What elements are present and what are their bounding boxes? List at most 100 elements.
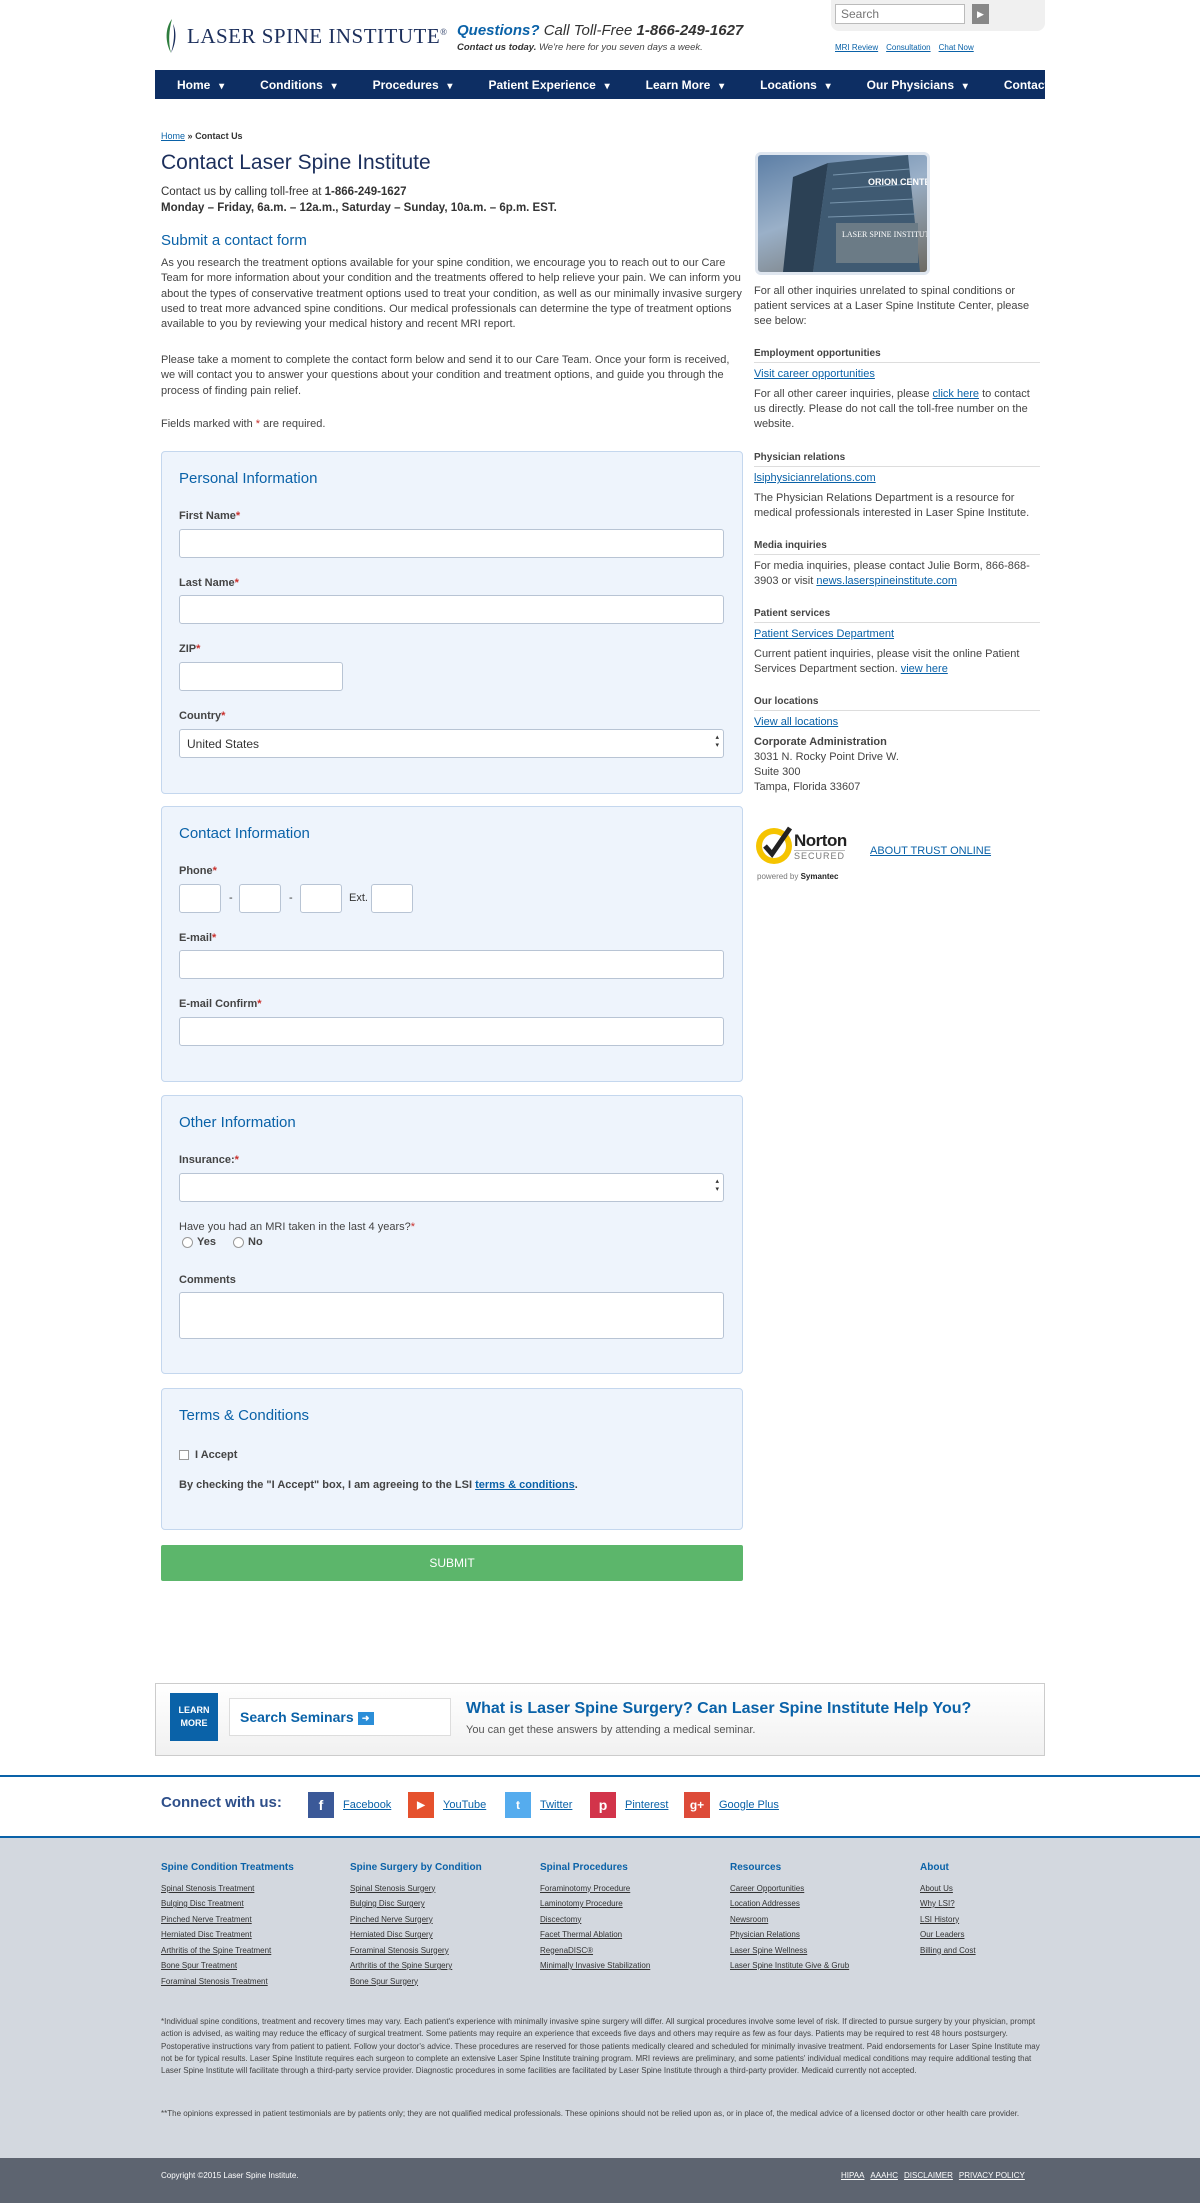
- news-site-link[interactable]: news.laserspineinstitute.com: [816, 575, 957, 587]
- mri-yes-radio[interactable]: [182, 1236, 193, 1248]
- connect-label: Connect with us:: [161, 1794, 282, 1811]
- footer-link[interactable]: Minimally Invasive Stabilization: [540, 1958, 650, 1974]
- nav-home[interactable]: Home: [177, 78, 224, 92]
- footer-link[interactable]: Bone Spur Treatment: [161, 1958, 294, 1974]
- view-here-link[interactable]: view here: [901, 663, 948, 675]
- nav-locations[interactable]: Locations: [760, 78, 830, 92]
- last-name-field[interactable]: [179, 595, 724, 624]
- pinterest-item[interactable]: p Pinterest: [590, 1792, 668, 1818]
- chat-now-link[interactable]: Chat Now: [939, 43, 974, 52]
- search-submit-button[interactable]: ▶: [972, 4, 989, 24]
- submit-button[interactable]: SUBMIT: [161, 1545, 743, 1581]
- footer-link[interactable]: Discectomy: [540, 1912, 650, 1928]
- phone-prefix-field[interactable]: [239, 884, 281, 913]
- quick-links: MRI Review Consultation Chat Now: [835, 43, 974, 52]
- footer-link[interactable]: Our Leaders: [920, 1927, 976, 1943]
- mri-review-link[interactable]: MRI Review: [835, 43, 878, 52]
- country-select[interactable]: United States: [179, 729, 724, 758]
- footer-link[interactable]: Herniated Disc Surgery: [350, 1927, 482, 1943]
- physician-relations-link[interactable]: lsiphysicianrelations.com: [754, 472, 876, 484]
- copyright-text: Copyright ©2015 Laser Spine Institute.: [161, 2171, 299, 2180]
- footer-link[interactable]: Arthritis of the Spine Treatment: [161, 1943, 294, 1959]
- footer-link[interactable]: Facet Thermal Ablation: [540, 1927, 650, 1943]
- footer-link[interactable]: Laminotomy Procedure: [540, 1896, 650, 1912]
- footer-link[interactable]: Pinched Nerve Treatment: [161, 1912, 294, 1928]
- google-plus-link[interactable]: Google Plus: [719, 1799, 779, 1811]
- nav-procedures[interactable]: Procedures: [373, 78, 453, 92]
- nav-patient-experience[interactable]: Patient Experience: [488, 78, 609, 92]
- footer-link[interactable]: Spinal Stenosis Surgery: [350, 1881, 482, 1897]
- comments-textarea[interactable]: [179, 1292, 724, 1339]
- search-input[interactable]: [835, 4, 965, 24]
- learn-more-box[interactable]: LEARN MORE: [170, 1693, 218, 1741]
- facebook-link[interactable]: Facebook: [343, 1799, 391, 1811]
- insurance-select[interactable]: [179, 1173, 724, 1202]
- hipaa-link[interactable]: HIPAA: [841, 2171, 864, 2180]
- consultation-link[interactable]: Consultation: [886, 43, 930, 52]
- footer-link[interactable]: Career Opportunities: [730, 1881, 849, 1897]
- logo-text: LASER SPINE INSTITUTE: [187, 23, 441, 48]
- nav-conditions[interactable]: Conditions: [260, 78, 336, 92]
- twitter-link[interactable]: Twitter: [540, 1799, 572, 1811]
- terms-conditions-link[interactable]: terms & conditions: [475, 1479, 575, 1491]
- google-plus-item[interactable]: g+ Google Plus: [684, 1792, 779, 1818]
- twitter-item[interactable]: t Twitter: [505, 1792, 572, 1818]
- footer-link[interactable]: Foraminal Stenosis Surgery: [350, 1943, 482, 1959]
- email-field[interactable]: [179, 950, 724, 979]
- nav-contact[interactable]: Contact: [1004, 78, 1062, 92]
- breadcrumb-home[interactable]: Home: [161, 131, 185, 141]
- header-phone[interactable]: 1-866-249-1627: [637, 22, 744, 39]
- footer-link[interactable]: Bone Spur Surgery: [350, 1974, 482, 1990]
- site-logo[interactable]: LASER SPINE INSTITUTE®: [163, 18, 448, 54]
- patient-services-link[interactable]: Patient Services Department: [754, 628, 894, 640]
- questions-label: Questions?: [457, 22, 540, 39]
- footer-link[interactable]: Foraminal Stenosis Treatment: [161, 1974, 294, 1990]
- phone-area-code-field[interactable]: [179, 884, 221, 913]
- norton-seal[interactable]: Norton SECURED powered by Symantec: [754, 822, 869, 886]
- accept-checkbox[interactable]: [179, 1450, 189, 1461]
- search-seminars-button[interactable]: Search Seminars ➜: [229, 1698, 451, 1736]
- footer-link[interactable]: Location Addresses: [730, 1896, 849, 1912]
- footer-link[interactable]: Laser Spine Wellness: [730, 1943, 849, 1959]
- contact-info-title: Contact Information: [179, 825, 310, 842]
- footer-link[interactable]: About Us: [920, 1881, 976, 1897]
- disclaimer-link[interactable]: DISCLAIMER: [904, 2171, 953, 2180]
- mri-no-radio[interactable]: [233, 1236, 245, 1248]
- youtube-item[interactable]: ▶ YouTube: [408, 1792, 486, 1818]
- footer-link[interactable]: Pinched Nerve Surgery: [350, 1912, 482, 1928]
- twitter-icon: t: [505, 1792, 531, 1818]
- logo-leaf-icon: [166, 19, 176, 53]
- facebook-item[interactable]: f Facebook: [308, 1792, 391, 1818]
- footer-link[interactable]: Foraminotomy Procedure: [540, 1881, 650, 1897]
- footer-link[interactable]: Why LSI?: [920, 1896, 976, 1912]
- about-trust-online-link[interactable]: ABOUT TRUST ONLINE: [870, 845, 991, 857]
- footer-link[interactable]: RegenaDISC®: [540, 1943, 650, 1959]
- patient-services-heading: Patient services: [754, 608, 1040, 623]
- email-confirm-field[interactable]: [179, 1017, 724, 1046]
- footer-link[interactable]: Herniated Disc Treatment: [161, 1927, 294, 1943]
- click-here-link[interactable]: click here: [933, 388, 979, 400]
- footer-link[interactable]: Billing and Cost: [920, 1943, 976, 1959]
- footer-link[interactable]: Bulging Disc Treatment: [161, 1896, 294, 1912]
- footer-link[interactable]: Physician Relations: [730, 1927, 849, 1943]
- aaahc-link[interactable]: AAAHC: [870, 2171, 898, 2180]
- footer-link[interactable]: Arthritis of the Spine Surgery: [350, 1958, 482, 1974]
- footer-link[interactable]: LSI History: [920, 1912, 976, 1928]
- view-all-locations-link[interactable]: View all locations: [754, 716, 838, 728]
- footer-link[interactable]: Spinal Stenosis Treatment: [161, 1881, 294, 1897]
- first-name-field[interactable]: [179, 529, 724, 558]
- pinterest-link[interactable]: Pinterest: [625, 1799, 668, 1811]
- footer-link[interactable]: Laser Spine Institute Give & Grub: [730, 1958, 849, 1974]
- nav-our-physicians[interactable]: Our Physicians: [867, 78, 968, 92]
- phone-ext-field[interactable]: [371, 884, 413, 913]
- phone-line-field[interactable]: [300, 884, 342, 913]
- career-opportunities-link[interactable]: Visit career opportunities: [754, 368, 875, 380]
- footer-link[interactable]: Bulging Disc Surgery: [350, 1896, 482, 1912]
- youtube-link[interactable]: YouTube: [443, 1799, 486, 1811]
- contact-phone[interactable]: 1-866-249-1627: [325, 186, 407, 198]
- footer-link[interactable]: Newsroom: [730, 1912, 849, 1928]
- zip-field[interactable]: [179, 662, 343, 691]
- seminar-title[interactable]: What is Laser Spine Surgery? Can Laser S…: [466, 1700, 971, 1718]
- nav-learn-more[interactable]: Learn More: [646, 78, 725, 92]
- privacy-policy-link[interactable]: PRIVACY POLICY: [959, 2171, 1025, 2180]
